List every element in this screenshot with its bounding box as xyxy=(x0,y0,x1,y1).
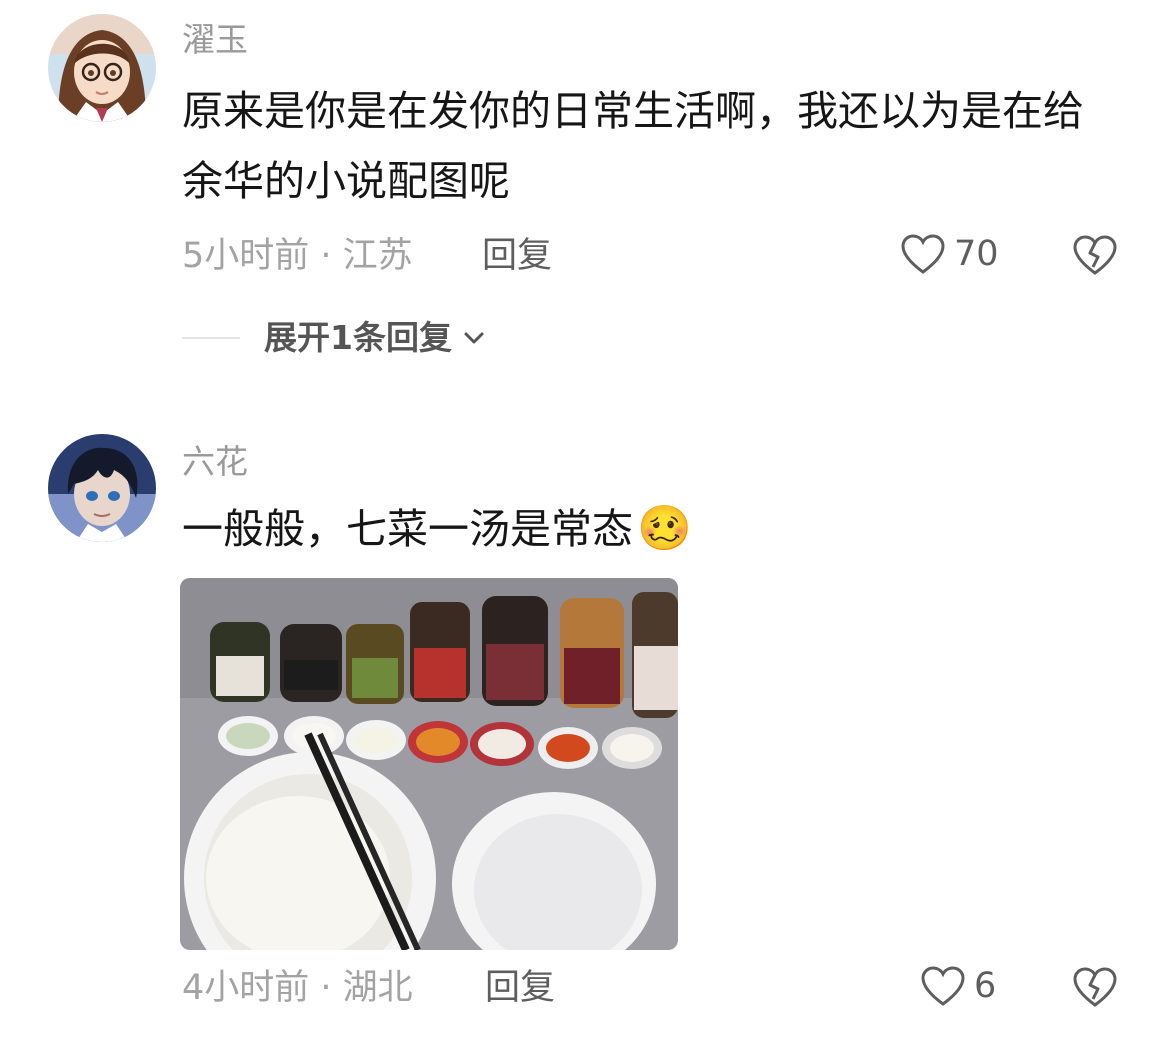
avatar[interactable] xyxy=(48,434,156,542)
divider-line xyxy=(182,337,240,339)
heart-outline-icon xyxy=(901,234,945,274)
photo-jars-rice-image xyxy=(180,578,678,950)
time-location: 4小时前 · 湖北 xyxy=(182,968,413,1008)
dislike-button[interactable] xyxy=(1071,965,1119,1013)
woozy-face-emoji: 🥴 xyxy=(637,503,692,554)
avatar[interactable] xyxy=(48,14,156,122)
expand-replies[interactable]: 展开1条回复 xyxy=(182,318,486,358)
broken-heart-icon xyxy=(1073,967,1117,1007)
comment-text: 原来是你是在发你的日常生活啊，我还以为是在给余华的小说配图呢 xyxy=(182,87,1084,205)
heart-outline-icon xyxy=(921,966,965,1006)
reply-button[interactable]: 回复 xyxy=(485,966,555,1010)
dislike-button[interactable] xyxy=(1071,233,1119,281)
comment-photo[interactable] xyxy=(180,578,678,950)
avatar-image-anime-girl xyxy=(48,14,156,122)
like-button[interactable]: 70 xyxy=(900,232,999,276)
like-count: 70 xyxy=(954,234,999,274)
like-button[interactable]: 6 xyxy=(920,964,996,1008)
broken-heart-icon xyxy=(1073,235,1117,275)
expand-replies-label: 展开1条回复 xyxy=(264,318,452,357)
like-count: 6 xyxy=(974,966,997,1006)
time-location: 5小时前 · 江苏 xyxy=(182,236,413,276)
comment-text: 一般般，七菜一汤是常态 🥴 xyxy=(182,494,1122,564)
chevron-down-icon xyxy=(464,332,484,344)
reply-button[interactable]: 回复 xyxy=(482,234,552,278)
username[interactable]: 六花 xyxy=(182,442,248,482)
avatar-image-anime-boy xyxy=(48,434,156,542)
comment-text-body: 一般般，七菜一汤是常态 xyxy=(182,505,633,553)
username[interactable]: 濯玉 xyxy=(182,20,248,60)
